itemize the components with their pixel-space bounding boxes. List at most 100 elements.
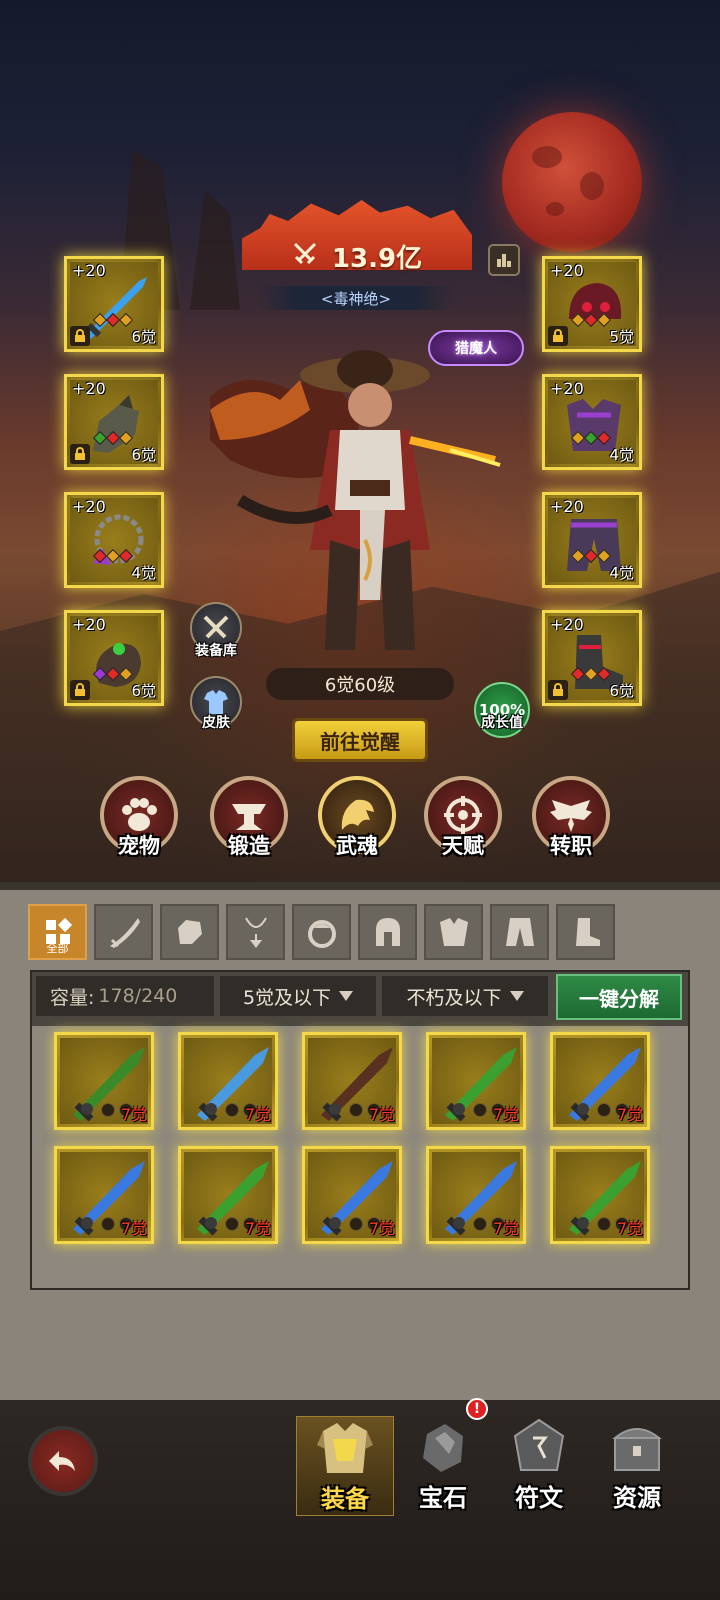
lock-icon bbox=[101, 1103, 115, 1117]
inventory-item[interactable]: 7觉 bbox=[550, 1032, 650, 1130]
enhance-level: +20 bbox=[550, 497, 584, 516]
tab-necklace[interactable] bbox=[226, 904, 285, 960]
hero-level: 6觉60级 bbox=[266, 668, 454, 700]
enhance-level: +20 bbox=[72, 261, 106, 280]
lock-icon bbox=[597, 1217, 611, 1231]
tab-helmet[interactable] bbox=[358, 904, 417, 960]
capacity: 容量: 178/240 bbox=[36, 976, 214, 1016]
inventory-item[interactable]: 7觉 bbox=[550, 1146, 650, 1244]
warsoul-button[interactable]: 武魂 bbox=[318, 776, 396, 858]
equip-slot-ring[interactable]: +20 6觉 bbox=[64, 610, 164, 706]
forge-label: 锻造 bbox=[228, 834, 270, 858]
back-button[interactable] bbox=[28, 1426, 98, 1496]
nav-equipment[interactable]: 装备 bbox=[296, 1416, 394, 1516]
nav-resources-label: 资源 bbox=[613, 1484, 661, 1512]
back-arrow-icon bbox=[49, 1451, 75, 1471]
awaken-filter-value: 5觉及以下 bbox=[242, 986, 332, 1009]
awaken-level: 6觉 bbox=[131, 682, 156, 700]
inventory-item[interactable]: 7觉 bbox=[54, 1032, 154, 1130]
equip-slot-helmet[interactable]: +20 5觉 bbox=[542, 256, 642, 352]
tab-pants[interactable] bbox=[490, 904, 549, 960]
power-value: 13.9亿 bbox=[331, 243, 423, 274]
skin-label: 皮肤 bbox=[202, 715, 230, 731]
inventory-item[interactable]: 7觉 bbox=[426, 1032, 526, 1130]
enhance-level: +20 bbox=[72, 615, 106, 634]
enhance-level: +20 bbox=[550, 379, 584, 398]
chest-icon bbox=[612, 1428, 662, 1471]
tab-weapon[interactable] bbox=[94, 904, 153, 960]
lock-icon bbox=[597, 1103, 611, 1117]
lock-icon bbox=[349, 1217, 363, 1231]
awaken-level: 7觉 bbox=[120, 1105, 147, 1124]
enhance-level: +20 bbox=[550, 261, 584, 280]
class-change-label: 转职 bbox=[550, 834, 592, 858]
inventory-item[interactable]: 7觉 bbox=[426, 1146, 526, 1244]
equip-slot-gloves[interactable]: +20 6觉 bbox=[64, 374, 164, 470]
rune-icon bbox=[513, 1418, 565, 1471]
hero-character bbox=[210, 350, 501, 650]
necklace-icon bbox=[244, 917, 267, 948]
class-change-button[interactable]: 转职 bbox=[532, 776, 610, 858]
pet-button[interactable]: 宠物 bbox=[100, 776, 178, 858]
awaken-level: 7觉 bbox=[368, 1105, 395, 1124]
inventory-item[interactable]: 7觉 bbox=[302, 1146, 402, 1244]
tab-armor[interactable] bbox=[424, 904, 483, 960]
equip-slot-necklace[interactable]: +20 4觉 bbox=[64, 492, 164, 588]
awaken-level: 7觉 bbox=[616, 1105, 643, 1124]
equip-slot-pants[interactable]: +20 4觉 bbox=[542, 492, 642, 588]
tab-gloves[interactable] bbox=[160, 904, 219, 960]
awaken-level: 6觉 bbox=[131, 446, 156, 464]
tab-ring[interactable] bbox=[292, 904, 351, 960]
awaken-button[interactable]: 前往觉醒 bbox=[292, 718, 428, 762]
lock-icon bbox=[70, 326, 90, 346]
awaken-level: 4觉 bbox=[609, 564, 634, 582]
inventory-item[interactable]: 7觉 bbox=[302, 1032, 402, 1130]
awaken-level: 7觉 bbox=[616, 1219, 643, 1238]
lock-icon bbox=[473, 1217, 487, 1231]
lock-icon bbox=[225, 1103, 239, 1117]
awaken-level: 7觉 bbox=[120, 1219, 147, 1238]
inventory-item[interactable]: 7觉 bbox=[178, 1146, 278, 1244]
stats-icon bbox=[497, 254, 511, 267]
pet-label: 宠物 bbox=[118, 834, 160, 858]
armory-label: 装备库 bbox=[195, 643, 237, 659]
nav-runes[interactable]: 符文 bbox=[490, 1416, 588, 1516]
lock-icon bbox=[225, 1217, 239, 1231]
enhance-level: +20 bbox=[550, 615, 584, 634]
equip-slot-armor[interactable]: +20 4觉 bbox=[542, 374, 642, 470]
blood-moon bbox=[502, 112, 642, 252]
armor-icon bbox=[439, 918, 468, 946]
chevron-down-icon bbox=[339, 991, 354, 1001]
lock-icon bbox=[349, 1103, 363, 1117]
nav-resources[interactable]: 资源 bbox=[588, 1416, 686, 1516]
decompose-all-button[interactable]: 一键分解 bbox=[556, 974, 682, 1020]
helmet-icon bbox=[375, 918, 400, 946]
tab-all[interactable]: 全部 bbox=[28, 904, 87, 960]
lock-icon bbox=[473, 1103, 487, 1117]
awaken-level: 4觉 bbox=[609, 446, 634, 464]
warsoul-label: 武魂 bbox=[336, 834, 378, 858]
stats-button[interactable] bbox=[488, 244, 520, 276]
inventory-item[interactable]: 7觉 bbox=[178, 1032, 278, 1130]
capacity-label: 容量: bbox=[50, 986, 95, 1009]
talent-button[interactable]: 天赋 bbox=[424, 776, 502, 858]
awaken-level: 5觉 bbox=[609, 328, 634, 346]
equip-slot-boots[interactable]: +20 6觉 bbox=[542, 610, 642, 706]
lock-icon bbox=[101, 1217, 115, 1231]
equipment-tabs: 全部 bbox=[28, 904, 615, 960]
tab-all-label: 全部 bbox=[46, 942, 69, 955]
nav-gems[interactable]: 宝石 bbox=[394, 1416, 492, 1516]
glove-icon bbox=[177, 920, 202, 944]
forge-button[interactable]: 锻造 bbox=[210, 776, 288, 858]
awaken-filter-dropdown[interactable]: 5觉及以下 bbox=[220, 976, 376, 1016]
awaken-level: 4觉 bbox=[131, 564, 156, 582]
equip-slot-weapon[interactable]: +20 6觉 bbox=[64, 256, 164, 352]
power-display: 13.9亿 bbox=[242, 236, 472, 276]
enhance-level: +20 bbox=[72, 497, 106, 516]
crossed-swords-icon bbox=[292, 241, 318, 271]
quality-filter-dropdown[interactable]: 不朽及以下 bbox=[382, 976, 548, 1016]
inventory-item[interactable]: 7觉 bbox=[54, 1146, 154, 1244]
tab-boots[interactable] bbox=[556, 904, 615, 960]
growth-label: 成长值 bbox=[481, 715, 523, 731]
awaken-level: 7觉 bbox=[368, 1219, 395, 1238]
